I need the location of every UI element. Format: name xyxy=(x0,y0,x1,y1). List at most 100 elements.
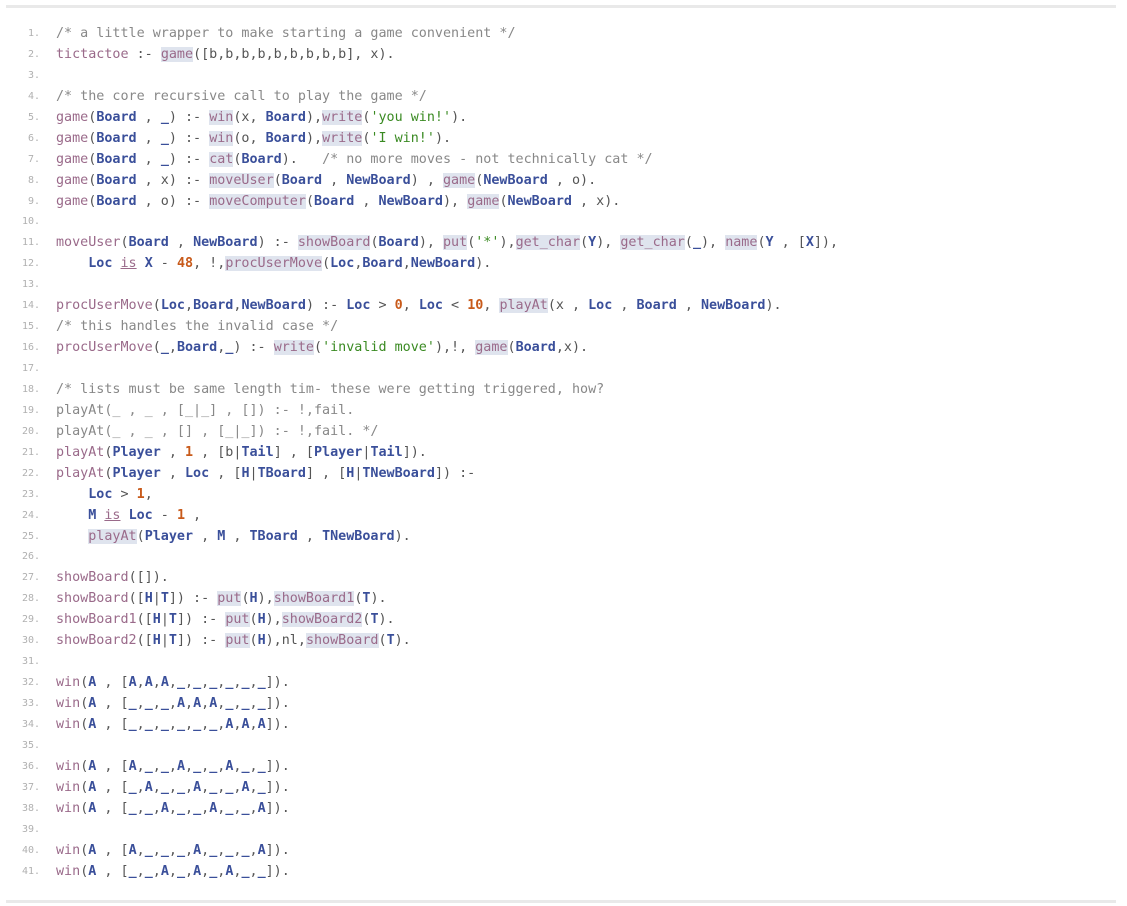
functor-token: showBoard2 xyxy=(56,633,137,649)
functor-token: game xyxy=(56,109,89,125)
plain-token: , xyxy=(136,779,145,795)
code-text: win(A , [A,_,_,A,_,_,A,_,_]). xyxy=(56,757,290,778)
plain-token: , [b| xyxy=(193,444,242,460)
plain-token: , xyxy=(249,696,258,711)
variable-token: Loc xyxy=(88,486,113,502)
plain-token: , xyxy=(201,842,210,858)
variable-token: A xyxy=(193,842,202,858)
line-number: 33. xyxy=(21,698,40,709)
variable-token: Board xyxy=(96,151,137,167)
plain-token: , xyxy=(168,716,177,732)
line-number: 40. xyxy=(21,844,40,856)
variable-token: Loc xyxy=(346,298,371,314)
functor-token: tictactoe xyxy=(56,46,129,62)
plain-token: ). xyxy=(394,633,411,649)
builtin-call-token: procUserMove xyxy=(225,256,323,272)
plain-token: ]), xyxy=(813,235,839,251)
variable-token: Loc xyxy=(588,298,613,314)
variable-token: A xyxy=(257,716,266,732)
variable-token: Loc xyxy=(185,465,210,481)
code-text: showBoard([]). xyxy=(56,568,169,589)
plain-token: ). xyxy=(394,528,411,544)
plain-token: , xyxy=(249,758,258,774)
plain-token: ), xyxy=(443,193,468,209)
variable-token: A xyxy=(241,716,250,732)
variable-token: T xyxy=(386,633,395,649)
variable-token: TBoard xyxy=(249,528,298,544)
plain-token: , xyxy=(185,842,194,858)
code-text: game(Board , _) :- win(x, Board),write('… xyxy=(56,108,467,129)
variable-token: A xyxy=(160,800,169,816)
code-text: playAt(Player , M , TBoard , TNewBoard). xyxy=(56,527,411,548)
variable-token: _ xyxy=(160,109,169,125)
line-number: 25. xyxy=(21,530,40,542)
plain-token: ), xyxy=(305,130,323,146)
functor-token: win xyxy=(56,675,81,691)
plain-token: ]). xyxy=(265,779,290,795)
plain-token: ), xyxy=(265,612,282,628)
plain-token: ] , [ xyxy=(305,465,347,481)
functor-token: win xyxy=(56,800,81,816)
plain-token: , xyxy=(483,298,500,314)
variable-token: _ xyxy=(193,800,202,816)
functor-token: playAt xyxy=(56,444,105,460)
line-number: 29. xyxy=(21,614,40,626)
code-text: /* the core recursive call to play the g… xyxy=(56,87,427,108)
functor-token: procUserMove xyxy=(56,340,153,356)
builtin-call-token: get_char xyxy=(620,235,685,251)
line-number: 7. xyxy=(27,153,40,165)
plain-token: , xyxy=(201,800,210,816)
plain-token: ]) :- xyxy=(434,465,476,481)
code-text: showBoard([H|T]) :- put(H),showBoard1(T)… xyxy=(56,589,387,610)
variable-token: A xyxy=(128,758,137,774)
plain-token: , xyxy=(185,800,194,816)
variable-token: A xyxy=(193,696,202,711)
functor-token: procUserMove xyxy=(56,298,153,314)
plain-token: , xyxy=(201,758,210,774)
plain-token: , xyxy=(168,863,177,879)
line-number: 6. xyxy=(27,132,40,144)
variable-token: T xyxy=(370,612,379,628)
variable-token: A xyxy=(144,779,153,795)
plain-token: ([ xyxy=(128,591,145,607)
plain-token: , xyxy=(152,758,161,774)
variable-token: _ xyxy=(144,842,153,858)
variable-token: T xyxy=(168,633,177,649)
variable-token: X xyxy=(144,256,153,272)
variable-token: _ xyxy=(176,800,185,816)
operator-token: is xyxy=(120,256,137,272)
variable-token: _ xyxy=(176,716,185,732)
plain-token: , xyxy=(136,842,145,858)
operator-token: is xyxy=(104,507,121,523)
variable-token: Board xyxy=(193,298,234,314)
code-text: win(A , [_,_,A,_,A,_,A,_,_]). xyxy=(56,862,290,883)
plain-token: , [ xyxy=(96,675,129,691)
variable-token: _ xyxy=(160,716,169,732)
code-text: Loc is X - 48, !,procUserMove(Loc,Board,… xyxy=(56,254,491,275)
plain-token: ]). xyxy=(265,696,290,711)
variable-token: _ xyxy=(193,716,202,732)
plain-token: ) :- xyxy=(168,109,210,125)
code-text: showBoard1([H|T]) :- put(H),showBoard2(T… xyxy=(56,610,395,631)
variable-token: Board xyxy=(265,109,306,125)
plain-token: , xyxy=(144,486,153,502)
line-number: 12. xyxy=(21,258,40,270)
plain-token: (x , xyxy=(547,298,589,314)
line-number: 28. xyxy=(21,593,40,605)
functor-token: showBoard xyxy=(56,570,129,586)
variable-token: Tail xyxy=(241,444,274,460)
number-token: 1 xyxy=(176,507,185,523)
plain-token: , xyxy=(136,716,145,732)
plain-token: , xyxy=(201,696,210,711)
variable-token: _ xyxy=(257,779,266,795)
functor-token: game xyxy=(56,193,89,209)
variable-token: _ xyxy=(257,675,266,691)
variable-token: A xyxy=(160,863,169,879)
plain-token: , xyxy=(136,800,145,816)
code-text: game(Board , _) :- cat(Board). /* no mor… xyxy=(56,150,653,171)
variable-token: Y xyxy=(765,235,774,251)
plain-token: (x, xyxy=(233,109,266,125)
line-number: 23. xyxy=(21,488,40,500)
